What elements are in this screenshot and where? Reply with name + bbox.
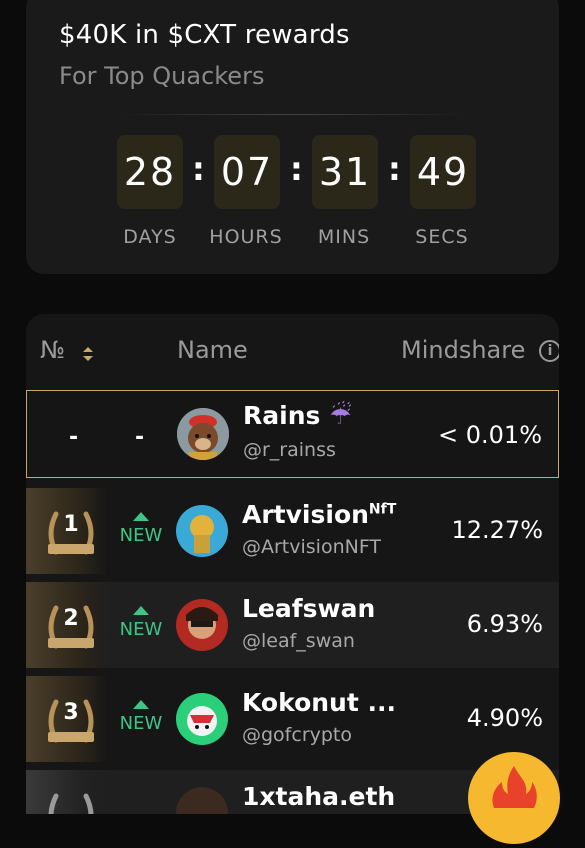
avatar (177, 408, 229, 460)
countdown-colon: : (388, 150, 401, 188)
countdown-mins-label: MINS (317, 226, 371, 248)
countdown-days-label: DAYS (123, 226, 177, 248)
fire-icon (492, 766, 537, 808)
countdown-colon: : (290, 150, 303, 188)
new-arrow-icon (133, 512, 149, 521)
current-user-row[interactable]: - - Rains ☔ @r_rainss < 0.01% (26, 390, 559, 478)
table-row[interactable]: 2 NEW Leafswan @leaf_swan 6.93% (26, 582, 559, 668)
new-label: NEW (119, 619, 163, 640)
rewards-subtitle: For Top Quackers (59, 62, 265, 90)
avatar (176, 599, 228, 651)
laurel-icon (48, 793, 94, 814)
countdown-mins: 31 (312, 135, 378, 209)
user-name: Leafswan (242, 594, 376, 623)
new-badge: NEW (116, 700, 166, 734)
info-icon[interactable]: i (539, 340, 559, 362)
rank-cell: 1 (26, 488, 108, 574)
rank-cell (26, 770, 108, 814)
avatar (176, 505, 228, 557)
avatar (176, 693, 228, 745)
fire-button[interactable] (468, 752, 560, 844)
current-user-change: - (135, 425, 145, 450)
user-name: 1xtaha.eth (242, 782, 396, 811)
countdown-secs: 49 (410, 135, 476, 209)
rank-cell: 2 (26, 582, 108, 668)
table-row[interactable]: 3 NEW Kokonut ... @gofcrypto 4.90% (26, 676, 559, 762)
user-handle: @gofcrypto (242, 724, 353, 746)
rewards-title: $40K in $CXT rewards (59, 20, 350, 50)
countdown-hours: 07 (214, 135, 280, 209)
sort-icon[interactable] (82, 346, 94, 362)
user-name: ArtvisionNfT (242, 500, 397, 529)
countdown-hours-label: HOURS (209, 226, 283, 248)
umbrella-icon: ☔ (329, 401, 352, 430)
user-handle: @leaf_swan (242, 630, 355, 652)
user-mindshare: 4.90% (466, 704, 543, 732)
user-mindshare: 12.27% (451, 516, 543, 544)
rewards-card: $40K in $CXT rewards For Top Quackers 28… (26, 0, 559, 274)
rank-cell: 3 (26, 676, 108, 762)
mindshare-header[interactable]: Mindshare (401, 336, 525, 364)
rank-number: 3 (63, 700, 79, 725)
current-user-rank: - (69, 425, 79, 450)
user-mindshare: 6.93% (466, 610, 543, 638)
current-user-name: Rains ☔ (243, 401, 352, 430)
rank-header[interactable]: № (40, 336, 65, 364)
current-user-mindshare: < 0.01% (438, 421, 542, 449)
new-arrow-icon (133, 700, 149, 709)
countdown-days: 28 (117, 135, 183, 209)
countdown-secs-label: SECS (415, 226, 469, 248)
user-handle: @ArtvisionNFT (242, 536, 382, 558)
name-header: Name (177, 336, 248, 364)
user-name: Kokonut ... (242, 688, 396, 717)
avatar (176, 787, 228, 814)
current-user-handle: @r_rainss (243, 439, 336, 461)
new-badge: NEW (116, 606, 166, 640)
new-arrow-icon (133, 606, 149, 615)
countdown-colon: : (192, 150, 205, 188)
leaderboard-table: № Name Mindshare i - - Rains ☔ @r_rainss… (26, 314, 559, 814)
table-row[interactable]: 1 NEW ArtvisionNfT @ArtvisionNFT 12.27% (26, 488, 559, 574)
new-label: NEW (119, 713, 163, 734)
rank-number: 1 (63, 512, 79, 537)
divider (116, 114, 469, 115)
new-badge: NEW (116, 512, 166, 546)
new-label: NEW (119, 525, 163, 546)
rank-number: 2 (63, 606, 79, 631)
